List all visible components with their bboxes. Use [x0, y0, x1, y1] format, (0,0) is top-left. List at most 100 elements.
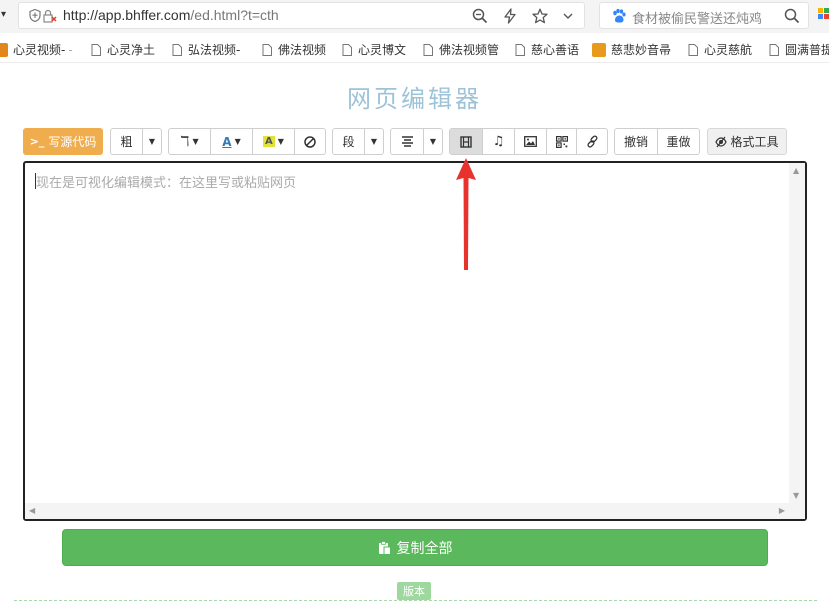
bookmark-item[interactable]: 佛法视频: [262, 41, 326, 58]
source-code-button[interactable]: >_ 写源代码: [23, 128, 103, 155]
caret-down-icon: ▼: [148, 137, 156, 146]
bookmark-label: 心灵博文: [358, 43, 407, 57]
undo-button[interactable]: 撤销: [615, 129, 658, 154]
caret-down-icon: ▼: [192, 137, 199, 146]
copy-all-button[interactable]: 复制全部: [62, 529, 768, 566]
chevron-down-icon[interactable]: [562, 8, 574, 24]
highlight-icon: A: [263, 136, 275, 147]
format-tool-button[interactable]: 格式工具: [707, 128, 787, 155]
version-badge[interactable]: 版本: [397, 582, 431, 600]
page-icon: [688, 43, 698, 56]
image-icon: [524, 136, 537, 147]
bold-dropdown[interactable]: ▼: [143, 129, 161, 154]
bookmark-item[interactable]: 弘法视频-: [172, 41, 240, 58]
ban-icon: [304, 135, 316, 148]
bookmark-item[interactable]: 慈悲妙音帚: [592, 41, 671, 58]
lock-insecure-icon[interactable]: [43, 9, 57, 23]
align-center-icon: [401, 136, 413, 147]
bold-group: 粗 ▼: [110, 128, 162, 155]
eye-slash-icon: [715, 136, 728, 147]
bookmark-item[interactable]: 慈心善语: [515, 41, 579, 58]
film-icon: [460, 135, 472, 148]
search-box[interactable]: 食材被偷民警送还炖鸡: [599, 2, 809, 29]
star-icon[interactable]: [532, 8, 548, 24]
page-icon: [262, 43, 272, 56]
bookmark-label: 佛法视频管: [439, 43, 500, 57]
font-size-button[interactable]: ℸ ▼: [169, 129, 211, 154]
editor-placeholder: 现在是可视化编辑模式：在这里写或粘贴网页: [36, 176, 297, 191]
address-bar[interactable]: http://app.bhffer.com/ed.html?t=cth: [18, 2, 585, 29]
bookmark-item[interactable]: 心灵博文: [342, 41, 406, 58]
align-dropdown[interactable]: ▼: [424, 129, 442, 154]
vertical-scrollbar[interactable]: ▲ ▼: [789, 163, 805, 503]
editor-area[interactable]: 现在是可视化编辑模式：在这里写或粘贴网页 ▲ ▼ ◀ ▶: [23, 161, 807, 521]
music-icon: ♫: [492, 134, 505, 149]
clear-format-button[interactable]: [295, 129, 325, 154]
highlight-color-button[interactable]: A ▼: [253, 129, 295, 154]
search-suggestion[interactable]: 食材被偷民警送还炖鸡: [632, 8, 762, 27]
page-icon: [91, 43, 101, 56]
bookmark-item[interactable]: 佛法视频管: [423, 41, 499, 58]
bookmark-item[interactable]: 心灵慈航: [688, 41, 752, 58]
dashed-divider: [14, 600, 817, 601]
url-text[interactable]: http://app.bhffer.com/ed.html?t=cth: [63, 7, 279, 23]
paragraph-label: 段: [342, 135, 355, 149]
browser-toolbar: ▾ http://app.bhffer.com/ed.html?t=cth 食材…: [0, 0, 829, 33]
bookmark-label: 弘法视频-: [188, 43, 241, 57]
bookmark-label: 慈悲妙音帚: [611, 43, 672, 57]
bookmarks-bar: 心灵视频- - 心灵净土 弘法视频- 佛法视频 心灵博文 佛法视频管 慈心善语 慈…: [0, 36, 829, 63]
url-path: /ed.html?t=cth: [190, 7, 279, 23]
scroll-up-icon[interactable]: ▲: [793, 166, 799, 175]
insert-music-button[interactable]: ♫: [483, 129, 515, 154]
insert-video-button[interactable]: [450, 129, 483, 154]
source-code-label: 写源代码: [48, 135, 97, 149]
bold-label: 粗: [120, 135, 133, 149]
lightning-icon[interactable]: [502, 8, 518, 24]
font-color-icon: A: [222, 134, 232, 149]
bookmark-item[interactable]: 圆满普提: [769, 41, 829, 58]
shield-icon[interactable]: [29, 9, 41, 22]
bookmark-label: 慈心善语: [531, 43, 580, 57]
copy-all-label: 复制全部: [396, 540, 453, 557]
bookmark-label: 佛法视频: [278, 43, 327, 57]
scroll-down-icon[interactable]: ▼: [793, 491, 799, 500]
scroll-left-icon[interactable]: ◀: [29, 506, 35, 515]
caret-down-icon: ▼: [370, 137, 378, 146]
bookmark-item[interactable]: 心灵净土: [91, 41, 155, 58]
bold-button[interactable]: 粗: [111, 129, 143, 154]
scroll-right-icon[interactable]: ▶: [779, 506, 785, 515]
insert-link-button[interactable]: [577, 129, 607, 154]
paragraph-button[interactable]: 段: [333, 129, 365, 154]
horizontal-scrollbar[interactable]: ◀ ▶: [25, 503, 789, 519]
bookmark-item[interactable]: 心灵视频- -: [0, 41, 73, 58]
zoom-icon[interactable]: [472, 8, 488, 24]
chevron-down-icon[interactable]: ▾: [1, 9, 6, 20]
clipboard-icon: [378, 540, 391, 555]
align-center-button[interactable]: [391, 129, 424, 154]
bookmark-favicon-icon: [0, 42, 8, 57]
caret-down-icon: ▼: [429, 137, 437, 146]
page-icon: [769, 43, 779, 56]
page-icon: [172, 43, 182, 56]
font-size-icon: ℸ: [180, 133, 190, 150]
caret-down-icon: ▼: [234, 137, 241, 146]
redo-button[interactable]: 重做: [658, 129, 699, 154]
insert-image-button[interactable]: [515, 129, 547, 154]
baidu-paw-icon: [613, 8, 626, 23]
apps-icon[interactable]: [818, 8, 829, 20]
bookmark-label: 圆满普提: [785, 43, 829, 57]
font-color-button[interactable]: A ▼: [211, 129, 253, 154]
redo-label: 重做: [666, 135, 691, 149]
bookmark-label: 心灵慈航: [704, 43, 753, 57]
link-icon: [586, 135, 597, 148]
paragraph-group: 段 ▼: [332, 128, 384, 155]
insert-qrcode-button[interactable]: [547, 129, 577, 154]
scrollbar-corner: [789, 503, 805, 519]
text-format-group: ℸ ▼ A ▼ A ▼: [168, 128, 326, 155]
page-title: 网页编辑器: [347, 85, 482, 113]
search-icon[interactable]: [784, 8, 800, 24]
paragraph-dropdown[interactable]: ▼: [365, 129, 383, 154]
terminal-icon: >_: [29, 135, 45, 148]
insert-group: ♫: [449, 128, 608, 155]
bookmark-label: 心灵净土: [107, 43, 156, 57]
